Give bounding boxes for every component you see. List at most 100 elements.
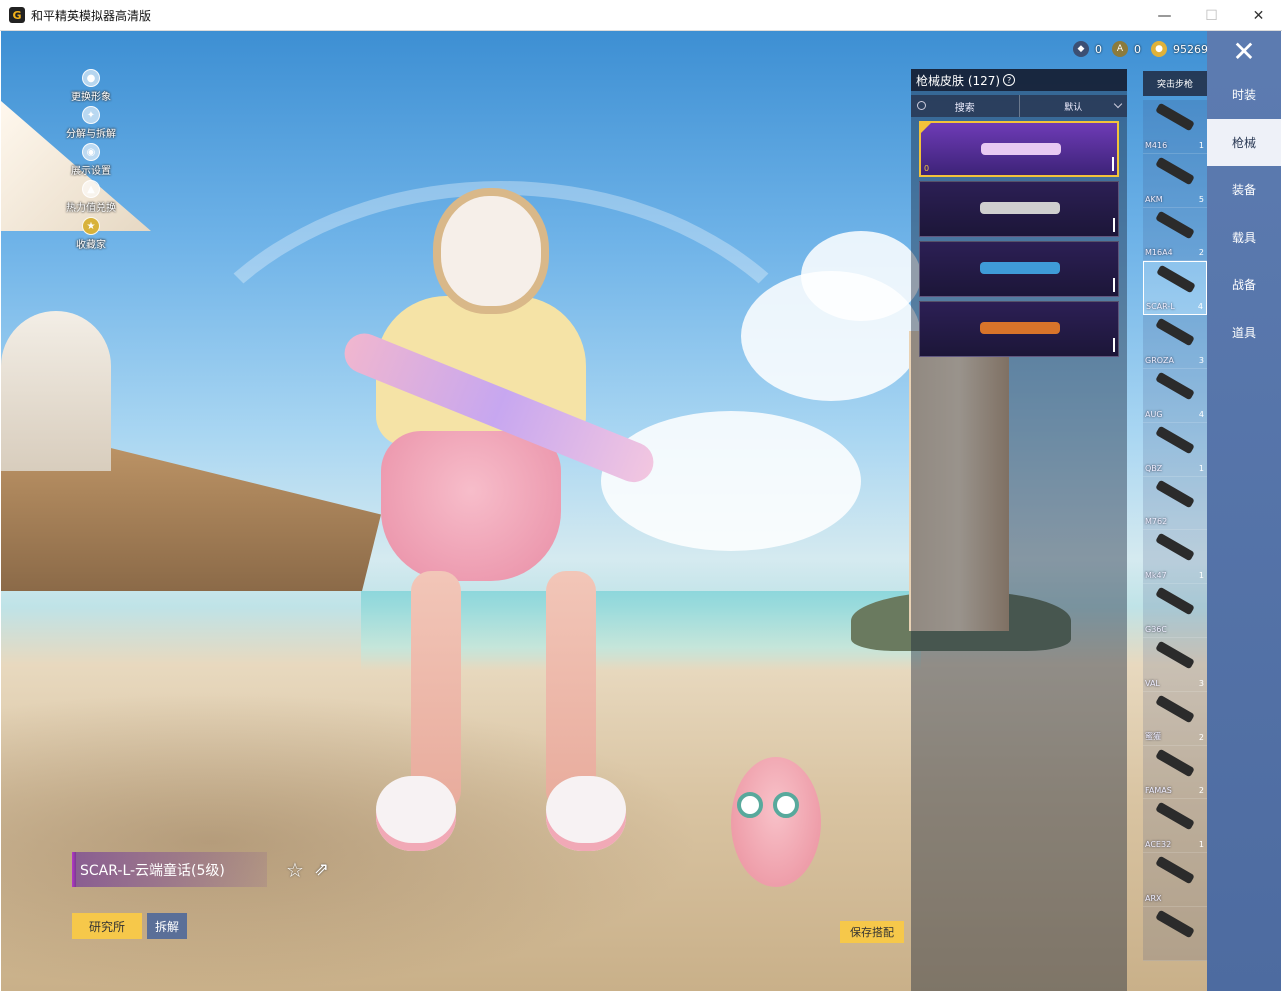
cloud-decoration (801, 231, 921, 321)
weapon-skin-count: 4 (1197, 302, 1203, 312)
skin-card[interactable] (919, 301, 1119, 357)
sort-dropdown[interactable]: 默认 (1020, 95, 1128, 117)
rifle-icon (1156, 265, 1196, 294)
left-side-menu: ● 更换形象 ✦ 分解与拆解 ◉ 展示设置 ▲ 热力值兑换 ★ 收藏家 (61, 69, 121, 254)
currency-value-1: 0 (1095, 42, 1102, 56)
category-tab[interactable]: 道具 (1207, 309, 1281, 357)
save-outfit-button[interactable]: 保存搭配 (840, 921, 904, 943)
weapon-skin-count: 1 (1198, 140, 1204, 150)
rifle-icon (1155, 425, 1195, 455)
selected-skin-name: SCAR-L-云端童话(5级) (72, 852, 267, 887)
research-button[interactable]: 研究所 (72, 913, 142, 939)
weapon-list-item[interactable]: VAL 3 (1143, 637, 1207, 692)
category-sidebar: 时装 枪械 装备 载具 战备 道具 (1207, 71, 1281, 991)
skin-gun-preview (980, 322, 1060, 334)
weapon-list-item[interactable]: AKM 5 (1143, 153, 1207, 208)
weapon-skin-count: 4 (1198, 409, 1204, 419)
skin-card[interactable] (919, 241, 1119, 297)
category-tab[interactable]: 装备 (1207, 166, 1281, 214)
weapon-list-item[interactable]: 蜜獾 2 (1143, 691, 1207, 746)
category-tab[interactable]: 战备 (1207, 261, 1281, 309)
menu-label: 展示设置 (71, 166, 111, 177)
weapon-name: M762 (1145, 517, 1168, 527)
window-close-button[interactable]: ✕ (1235, 0, 1282, 31)
weapon-list-item[interactable]: ARX (1143, 853, 1207, 907)
bunny-slipper-left (376, 776, 456, 851)
weapon-list-item[interactable]: Mk47 1 (1143, 530, 1207, 585)
search-input[interactable]: 搜索 (911, 95, 1020, 117)
character-leg-left (411, 571, 461, 811)
currency-bar: ◆ 0 A 0 ● 95269 (1073, 39, 1212, 59)
search-label: 搜索 (954, 102, 975, 114)
weapon-list: M416 1 AKM 5 M16A4 2 SCAR-L 4 GROZA 3 AUG 4 QBZ 1 M762… (1143, 100, 1207, 961)
weapon-list-item[interactable]: GROZA 3 (1143, 315, 1207, 369)
window-controls: — ☐ ✕ (1141, 0, 1282, 31)
rifle-icon (1155, 748, 1195, 777)
favorite-star-icon[interactable]: ☆ (286, 860, 306, 880)
category-tab[interactable]: 时装 (1207, 71, 1281, 119)
sort-label: 默认 (1064, 102, 1083, 113)
pet-companion[interactable] (723, 737, 829, 897)
skin-level-bar (1113, 278, 1115, 292)
rifle-icon (1155, 640, 1195, 670)
rifle-icon (1155, 317, 1195, 347)
weapon-list-item[interactable] (1143, 906, 1207, 961)
weapon-list-item[interactable]: M762 (1143, 476, 1207, 531)
player-character[interactable] (356, 196, 636, 896)
weapon-name: QBZ (1145, 463, 1163, 473)
game-viewport: ● 更换形象 ✦ 分解与拆解 ◉ 展示设置 ▲ 热力值兑换 ★ 收藏家 ◆ 0 … (1, 31, 1281, 991)
dismantle-menu-item[interactable]: ✦ 分解与拆解 (61, 106, 121, 143)
weapon-skin-count: 3 (1198, 355, 1204, 365)
weapon-list-item[interactable]: SCAR-L 4 (1143, 261, 1207, 316)
weapon-name: 蜜獾 (1145, 731, 1161, 741)
share-icon[interactable]: ⇗ (314, 860, 334, 880)
weapon-list-item[interactable]: FAMAS 2 (1143, 745, 1207, 800)
ship-cabin (1, 311, 111, 471)
skin-gun-preview (981, 143, 1061, 155)
window-titlebar: G 和平精英模拟器高清版 — ☐ ✕ (0, 0, 1282, 31)
eye-icon: ◉ (82, 143, 100, 161)
weapon-name: G36C (1145, 624, 1167, 634)
rifle-icon (1155, 371, 1195, 401)
skin-card[interactable]: 0 (919, 121, 1119, 177)
pet-body (731, 757, 821, 887)
weapon-list-item[interactable]: G36C (1143, 584, 1207, 638)
weapon-name: M416 (1145, 140, 1168, 150)
weapon-list-item[interactable]: M416 1 (1143, 100, 1207, 154)
weapon-name: SCAR-L (1146, 302, 1175, 312)
weapon-skin-count: 5 (1198, 194, 1204, 204)
weapon-list-item[interactable]: ACE32 1 (1143, 799, 1207, 854)
skin-panel-title: 枪械皮肤 (127) (916, 73, 1001, 88)
dismantle-button[interactable]: 拆解 (147, 913, 187, 939)
weapon-list-item[interactable]: QBZ 1 (1143, 422, 1207, 477)
rifle-icon (1155, 533, 1195, 562)
weapon-type-filter[interactable]: 突击步枪 (1143, 71, 1207, 96)
collector-item[interactable]: ★ 收藏家 (61, 217, 121, 254)
rifle-icon (1155, 694, 1195, 724)
weapon-list-item[interactable]: M16A4 2 (1143, 207, 1207, 262)
maximize-button[interactable]: ☐ (1188, 0, 1235, 31)
weapon-list-item[interactable]: AUG 4 (1143, 368, 1207, 423)
close-panel-button[interactable]: ✕ (1207, 31, 1281, 71)
skin-panel-header: 枪械皮肤 (127) ? (911, 69, 1127, 91)
dismantle-icon: ✦ (82, 106, 100, 124)
currency-gem-icon: ◆ (1073, 41, 1089, 57)
heat-exchange-item[interactable]: ▲ 热力值兑换 (61, 180, 121, 217)
character-skirt (381, 431, 561, 581)
help-icon[interactable]: ? (1003, 74, 1016, 86)
minimize-button[interactable]: — (1141, 0, 1188, 31)
weapon-name: Mk47 (1145, 571, 1167, 581)
weapon-name: AUG (1145, 409, 1163, 419)
skin-card[interactable] (919, 181, 1119, 237)
window-title: 和平精英模拟器高清版 (31, 8, 152, 23)
character-leg-right (546, 571, 596, 811)
rifle-icon (1155, 802, 1195, 831)
category-tab[interactable]: 枪械 (1207, 118, 1281, 166)
display-settings-item[interactable]: ◉ 展示设置 (61, 143, 121, 180)
weapon-name: FAMAS (1145, 786, 1172, 796)
weapon-list-column: 突击步枪 M416 1 AKM 5 M16A4 2 SCAR-L 4 GROZA 3 AUG 4 QBZ… (1143, 71, 1207, 991)
weapon-skin-count: 1 (1198, 840, 1204, 850)
change-appearance-item[interactable]: ● 更换形象 (61, 69, 121, 106)
category-tab[interactable]: 载具 (1207, 214, 1281, 262)
skin-gun-preview (980, 202, 1060, 214)
